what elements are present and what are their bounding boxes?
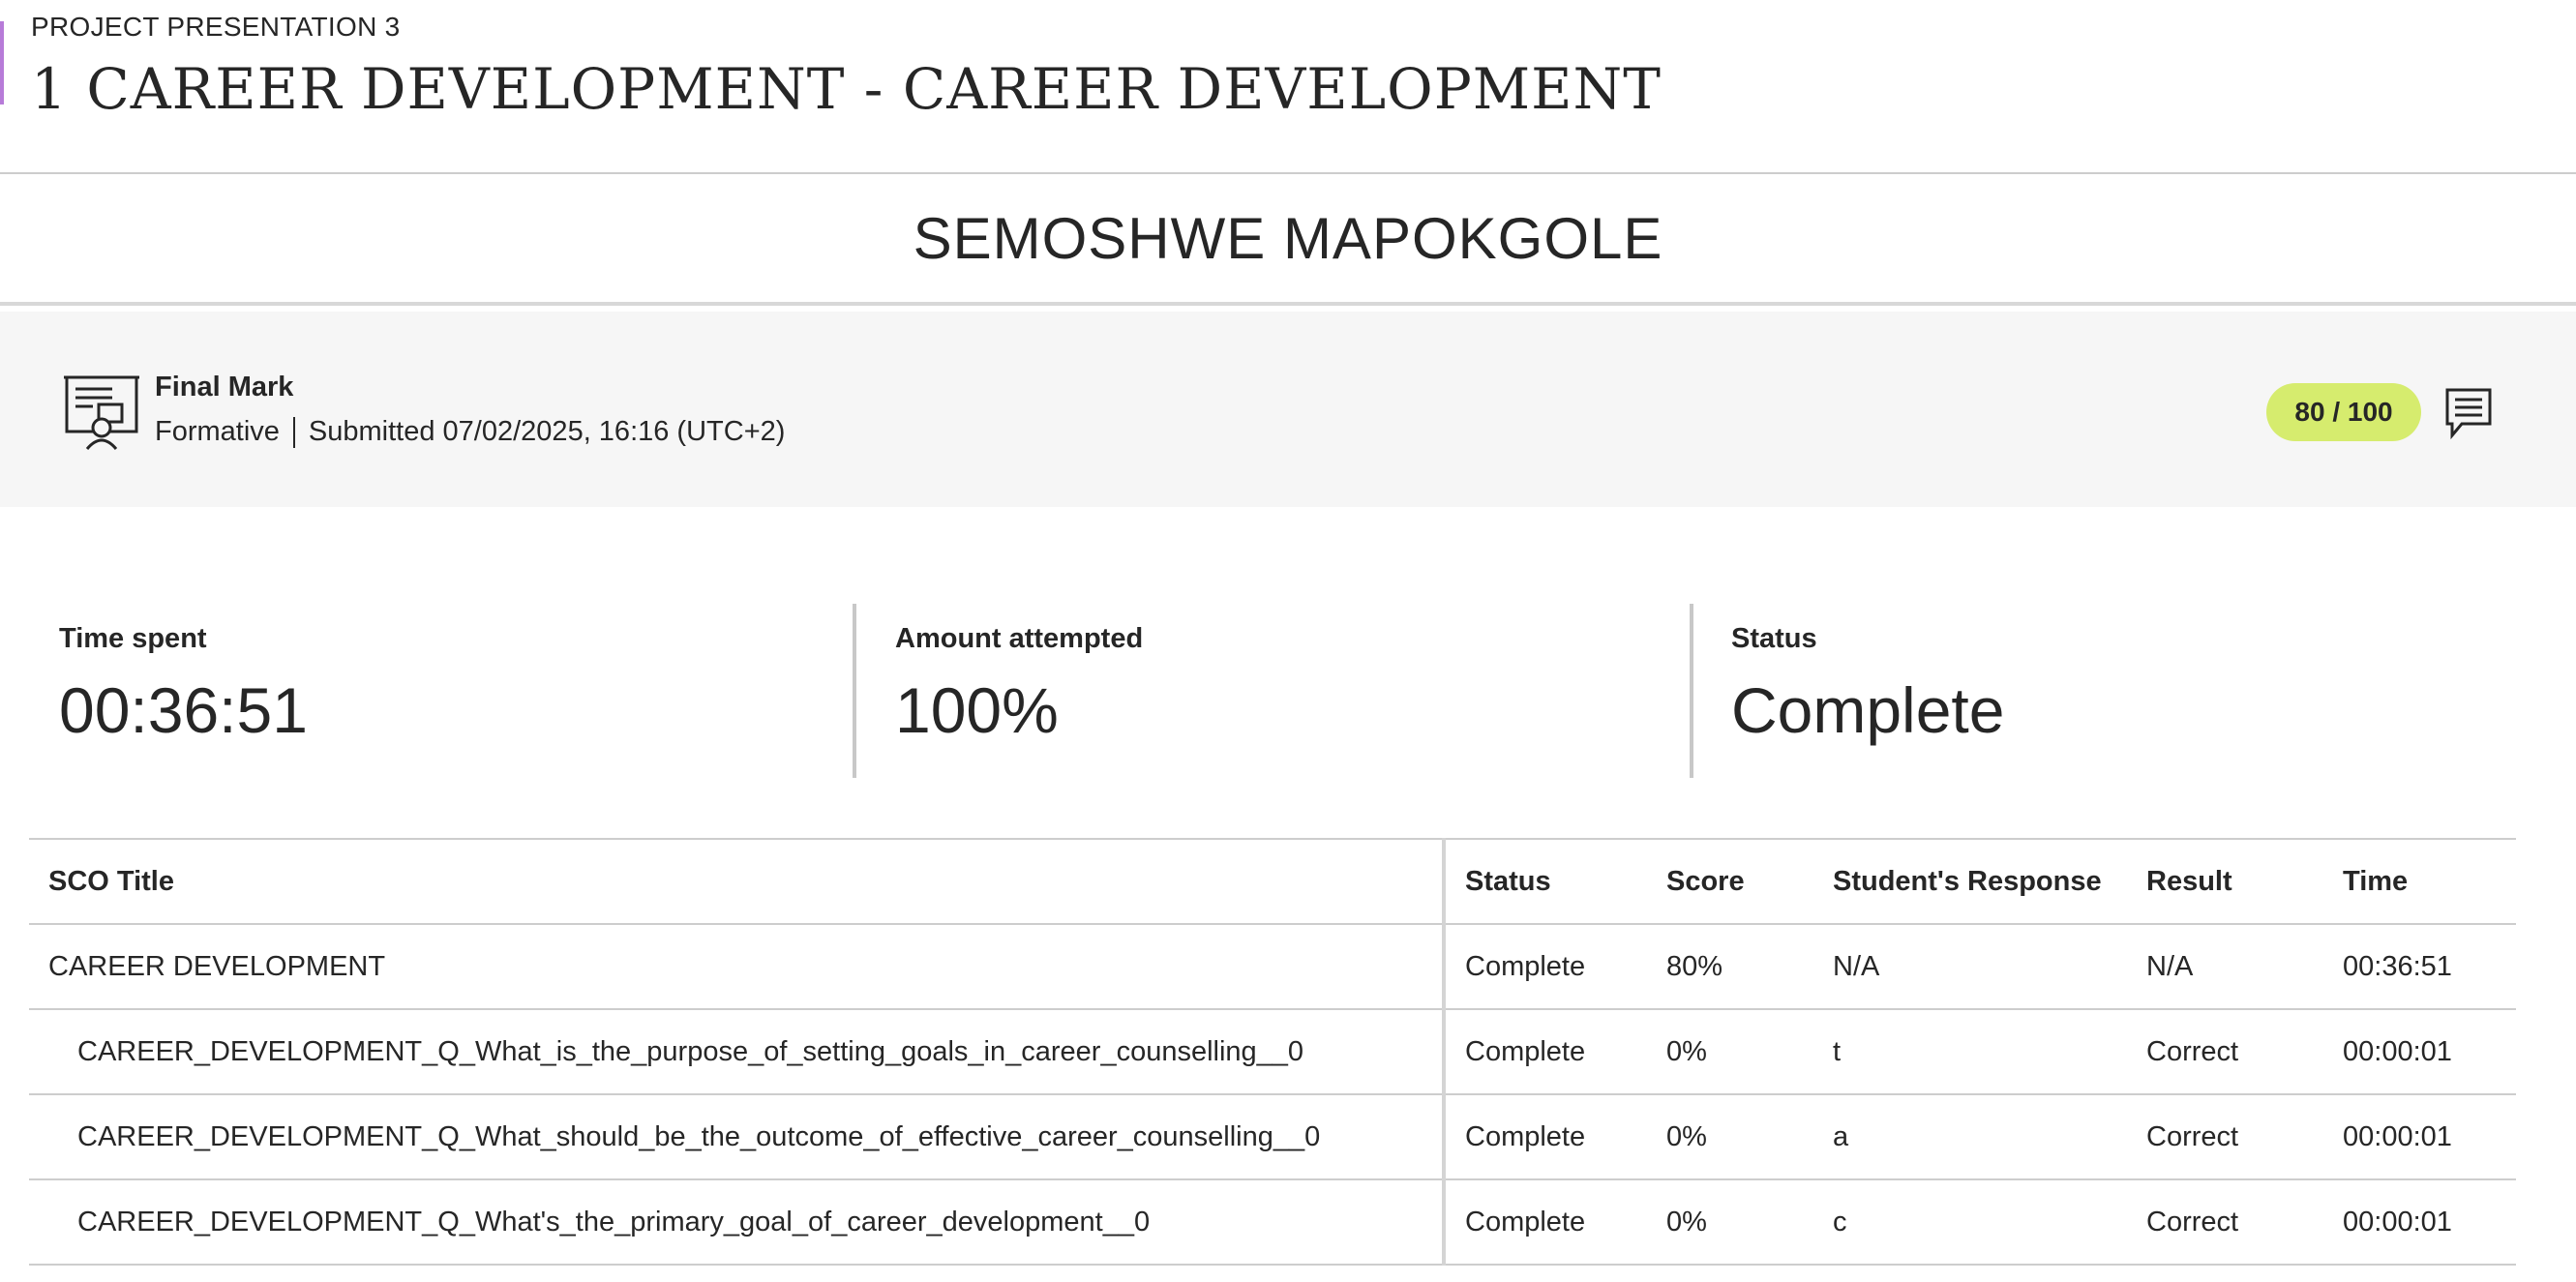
score-cell: 0%: [1647, 1178, 1813, 1266]
submission-date: Submitted 07/02/2025, 16:16 (UTC+2): [308, 416, 786, 447]
result-cell: Correct: [2127, 1178, 2323, 1266]
result-cell: Correct: [2127, 1008, 2323, 1095]
status-cell: Complete: [1444, 923, 1647, 1010]
stat-label: Amount attempted: [895, 623, 1144, 654]
time-spent-stat: Time spent 00:36:51: [59, 600, 833, 780]
sco-title-cell: CAREER_DEVELOPMENT_Q_What_should_be_the_…: [29, 1093, 1446, 1180]
stat-value: Complete: [1731, 674, 2005, 746]
table-row[interactable]: CAREER_DEVELOPMENT_Q_What's_the_primary_…: [29, 1178, 2516, 1266]
column-header-sco-title[interactable]: SCO Title: [29, 838, 1446, 925]
grade-pill[interactable]: 80 / 100: [2266, 383, 2421, 441]
amount-attempted-stat: Amount attempted 100%: [895, 600, 1669, 780]
sco-table: SCO Title Status Score Student's Respons…: [29, 838, 2516, 1266]
table-row[interactable]: CAREER_DEVELOPMENT_Q_What_should_be_the_…: [29, 1093, 2516, 1180]
status-stat: Status Complete: [1731, 600, 2505, 780]
stat-divider: [1690, 604, 1693, 778]
column-header-score[interactable]: Score: [1647, 838, 1813, 925]
sco-title-cell: CAREER DEVELOPMENT: [29, 923, 1446, 1010]
sco-title-cell: CAREER_DEVELOPMENT_Q_What_is_the_purpose…: [29, 1008, 1446, 1095]
score-cell: 0%: [1647, 1008, 1813, 1095]
stat-value: 100%: [895, 674, 1059, 746]
score-cell: 0%: [1647, 1093, 1813, 1180]
page-title: 1 CAREER DEVELOPMENT - CAREER DEVELOPMEN…: [31, 56, 1662, 122]
final-mark-title[interactable]: Final Mark: [155, 372, 293, 403]
status-cell: Complete: [1444, 1008, 1647, 1095]
stat-label: Status: [1731, 623, 1817, 654]
response-cell: a: [1813, 1093, 2127, 1180]
table-row[interactable]: CAREER DEVELOPMENT Complete 80% N/A N/A …: [29, 923, 2516, 1010]
stat-label: Time spent: [59, 623, 207, 654]
breadcrumb[interactable]: PROJECT PRESENTATION 3: [31, 12, 401, 43]
status-cell: Complete: [1444, 1093, 1647, 1180]
student-name-banner: SEMOSHWE MAPOKGOLE: [0, 174, 2576, 306]
column-header-result[interactable]: Result: [2127, 838, 2323, 925]
result-cell: N/A: [2127, 923, 2323, 1010]
assessment-type: Formative: [155, 416, 280, 447]
comment-icon[interactable]: [2444, 387, 2493, 439]
result-cell: Correct: [2127, 1093, 2323, 1180]
response-cell: N/A: [1813, 923, 2127, 1010]
final-mark-details: Formative Submitted 07/02/2025, 16:16 (U…: [155, 416, 785, 448]
stat-divider: [853, 604, 856, 778]
time-cell: 00:00:01: [2323, 1178, 2516, 1266]
score-cell: 80%: [1647, 923, 1813, 1010]
time-cell: 00:36:51: [2323, 923, 2516, 1010]
stat-value: 00:36:51: [59, 674, 308, 746]
page-header: PROJECT PRESENTATION 3 1 CAREER DEVELOPM…: [0, 0, 2576, 174]
response-cell: t: [1813, 1008, 2127, 1095]
status-cell: Complete: [1444, 1178, 1647, 1266]
column-header-response[interactable]: Student's Response: [1813, 838, 2127, 925]
column-header-time[interactable]: Time: [2323, 838, 2516, 925]
time-cell: 00:00:01: [2323, 1008, 2516, 1095]
table-header-row: SCO Title Status Score Student's Respons…: [29, 838, 2516, 925]
response-cell: c: [1813, 1178, 2127, 1266]
header-accent-bar: [0, 21, 4, 104]
final-mark-panel: [0, 312, 2576, 507]
divider: [292, 416, 295, 448]
time-cell: 00:00:01: [2323, 1093, 2516, 1180]
student-name: SEMOSHWE MAPOKGOLE: [913, 205, 1663, 271]
column-header-status[interactable]: Status: [1444, 838, 1647, 925]
sco-title-cell: CAREER_DEVELOPMENT_Q_What's_the_primary_…: [29, 1178, 1446, 1266]
table-row[interactable]: CAREER_DEVELOPMENT_Q_What_is_the_purpose…: [29, 1008, 2516, 1095]
presentation-icon: [64, 375, 139, 450]
